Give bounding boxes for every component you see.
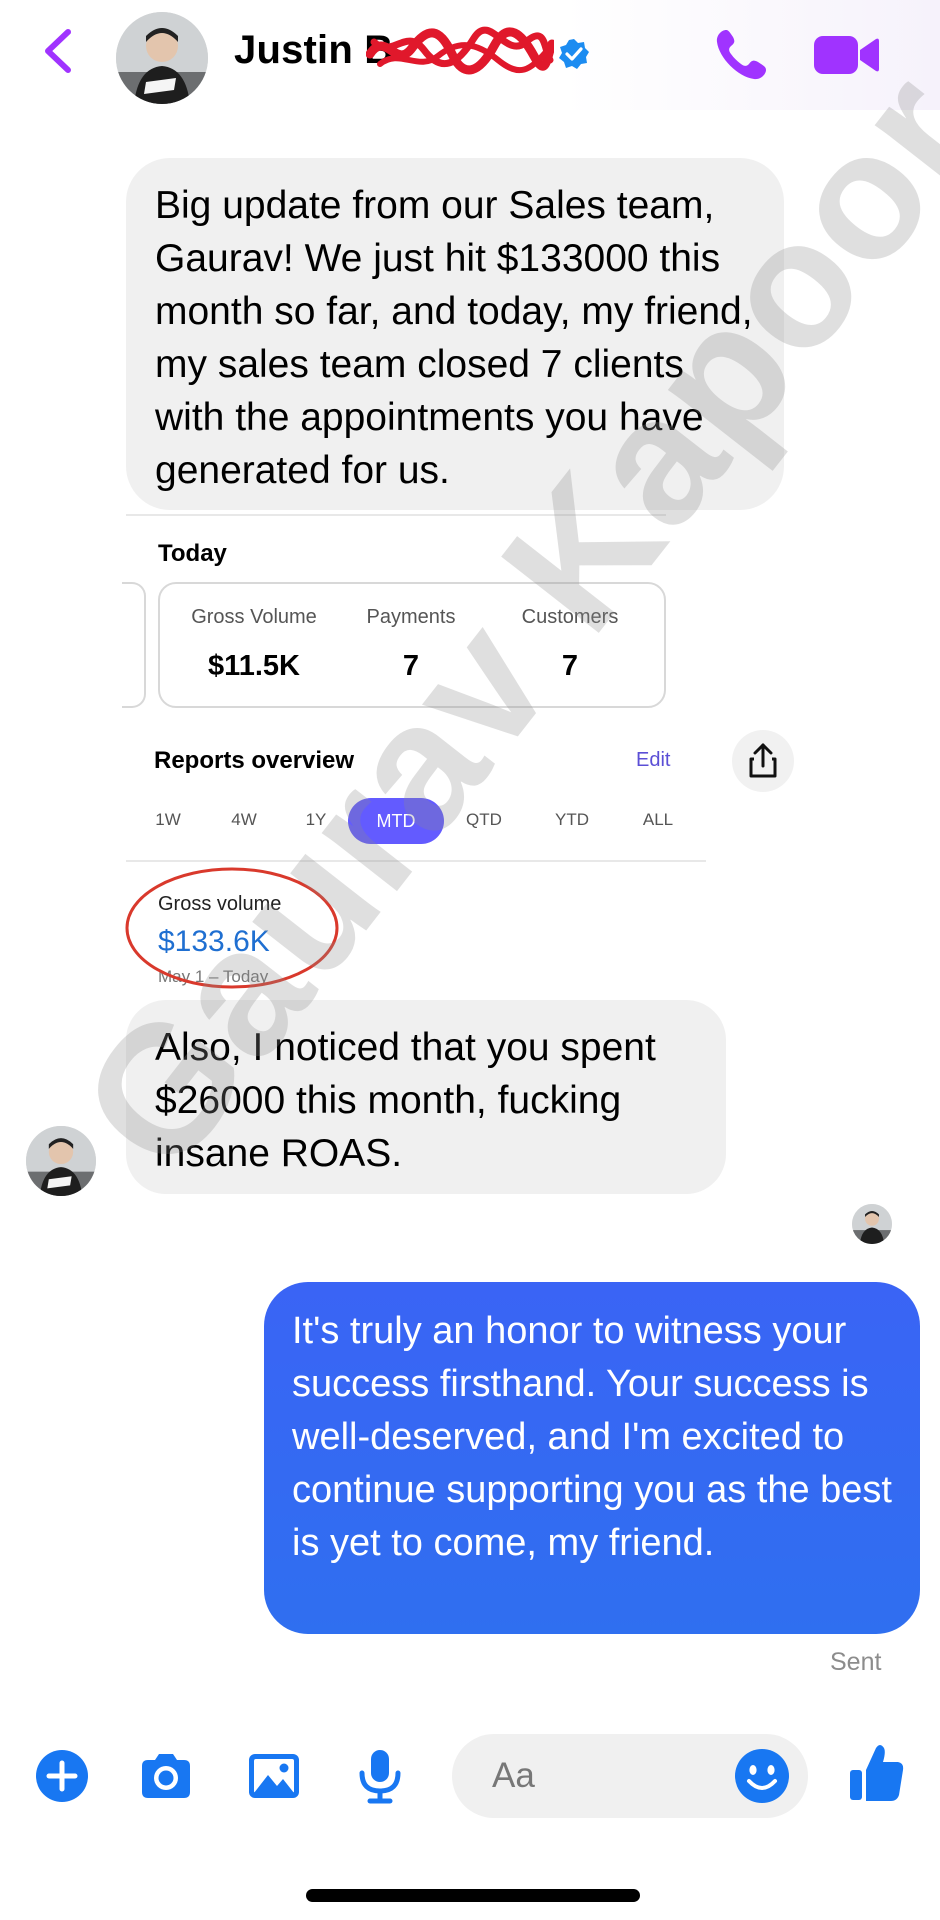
gallery-icon	[249, 1754, 299, 1798]
contact-avatar[interactable]	[116, 12, 208, 104]
emoji-icon	[735, 1749, 789, 1803]
read-receipt-avatar	[852, 1204, 892, 1244]
video-camera-icon	[814, 36, 879, 74]
plus-circle-icon	[36, 1750, 88, 1802]
period-tab-4w[interactable]: 4W	[222, 810, 266, 830]
outgoing-message[interactable]: It's truly an honor to witness your succ…	[264, 1282, 920, 1634]
gallery-button[interactable]	[244, 1746, 304, 1806]
avatar-image	[852, 1204, 892, 1244]
stats-card-edge	[122, 582, 146, 708]
incoming-message[interactable]: Also, I noticed that you spent $26000 th…	[126, 1000, 726, 1194]
like-button[interactable]	[846, 1740, 906, 1801]
reports-overview-title: Reports overview	[154, 747, 355, 774]
edit-link[interactable]: Edit	[636, 749, 670, 772]
period-tab-qtd[interactable]: QTD	[460, 810, 508, 830]
share-icon	[749, 743, 777, 778]
microphone-icon	[359, 1750, 401, 1804]
message-input-placeholder: Aa	[492, 1756, 535, 1795]
camera-button[interactable]	[136, 1746, 196, 1806]
contact-avatar[interactable]	[26, 1126, 96, 1196]
stat-value: $11.5K	[208, 650, 300, 682]
stat-value: 7	[561, 650, 579, 682]
audio-call-button[interactable]	[712, 26, 770, 84]
stat-label: Payments	[366, 606, 456, 628]
period-tab-1w[interactable]: 1W	[148, 810, 188, 830]
stat-label: Gross Volume	[191, 606, 317, 628]
redaction-scribble	[366, 26, 554, 75]
stat-value: 7	[402, 650, 420, 682]
message-text: Also, I noticed that you spent $26000 th…	[155, 1026, 656, 1175]
back-button[interactable]	[38, 26, 78, 76]
camera-icon	[142, 1754, 190, 1798]
today-stats-card	[158, 582, 666, 708]
thumbs-up-icon	[850, 1745, 904, 1801]
message-text: Big update from our Sales team, Gaurav! …	[155, 184, 753, 492]
divider	[126, 860, 706, 862]
phone-icon	[716, 30, 766, 80]
video-call-button[interactable]	[812, 28, 880, 82]
emoji-button[interactable]	[732, 1746, 792, 1806]
voice-message-button[interactable]	[350, 1746, 410, 1806]
incoming-message[interactable]: Big update from our Sales team, Gaurav! …	[126, 158, 784, 510]
back-chevron-icon	[45, 29, 71, 73]
period-tab-ytd[interactable]: YTD	[548, 810, 596, 830]
home-indicator	[306, 1889, 640, 1902]
verified-badge-icon	[559, 39, 589, 69]
highlight-circle	[125, 867, 339, 989]
period-tab-all[interactable]: ALL	[636, 810, 680, 830]
avatar-image	[26, 1126, 96, 1196]
stat-label: Customers	[521, 606, 619, 628]
today-title: Today	[158, 540, 227, 567]
message-text: It's truly an honor to witness your succ…	[292, 1310, 892, 1564]
message-status: Sent	[830, 1648, 882, 1676]
share-button[interactable]	[732, 730, 794, 792]
avatar-image	[116, 12, 208, 104]
period-tab-mtd[interactable]: MTD	[348, 798, 444, 844]
period-tab-1y[interactable]: 1Y	[296, 810, 336, 830]
divider	[126, 514, 666, 516]
add-button[interactable]	[32, 1746, 92, 1806]
